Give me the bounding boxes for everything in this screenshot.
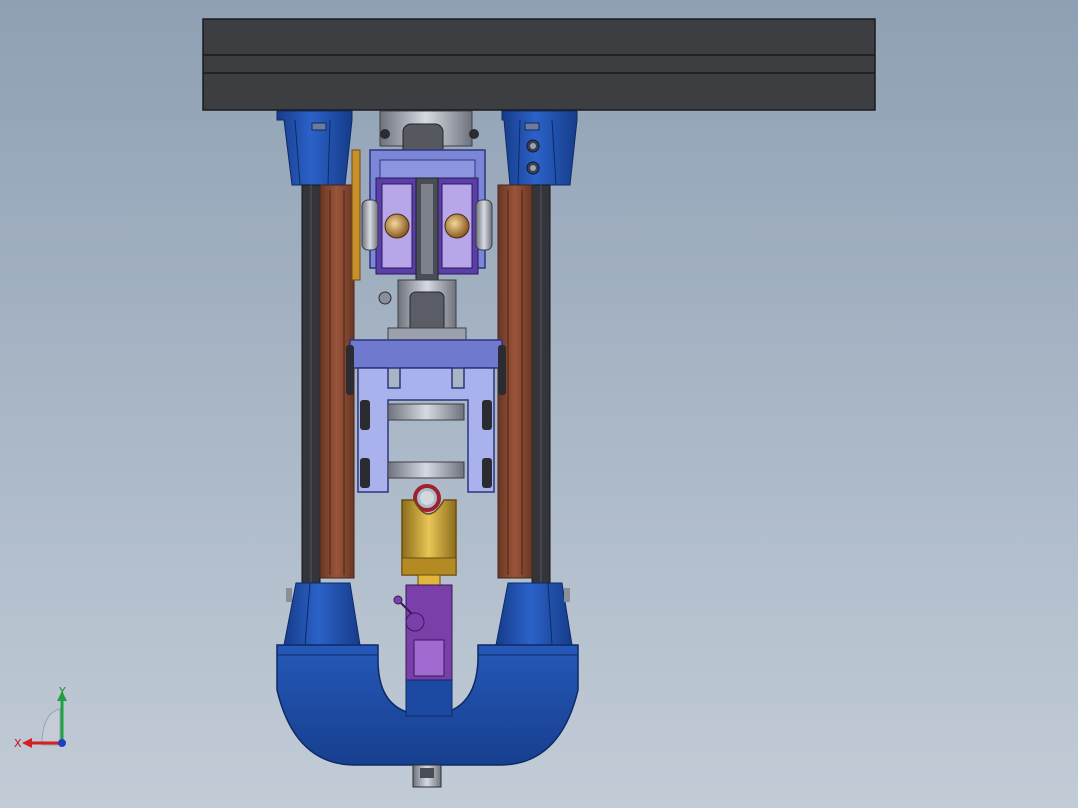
central-link[interactable]: [415, 177, 439, 281]
gripper-fork[interactable]: [346, 339, 506, 493]
left-roller[interactable]: [361, 199, 379, 251]
violet-specimen-holder[interactable]: [393, 584, 453, 681]
right-guide-rail[interactable]: [531, 184, 551, 584]
right-roller[interactable]: [475, 199, 493, 251]
lower-clevis[interactable]: [378, 279, 467, 341]
bottom-nut[interactable]: [412, 764, 442, 788]
triad-plane-icon: [41, 708, 61, 746]
coordinate-triad: X Y: [14, 685, 67, 750]
top-mounting-plate[interactable]: [202, 18, 876, 111]
y-axis-label: Y: [58, 685, 66, 698]
left-guide-rail[interactable]: [301, 184, 321, 584]
x-axis-label: X: [14, 737, 22, 750]
top-right-bracket[interactable]: [501, 110, 578, 186]
cad-model-view[interactable]: [0, 0, 1078, 808]
aluminium-profile-left[interactable]: [375, 177, 419, 275]
z-axis-dot-icon: [58, 739, 66, 747]
aluminium-profile-right[interactable]: [435, 177, 479, 275]
top-left-bracket[interactable]: [276, 110, 353, 186]
lower-left-pedestal[interactable]: [283, 582, 361, 646]
cad-viewport[interactable]: X Y: [0, 0, 1078, 808]
lower-right-pedestal[interactable]: [495, 582, 573, 646]
